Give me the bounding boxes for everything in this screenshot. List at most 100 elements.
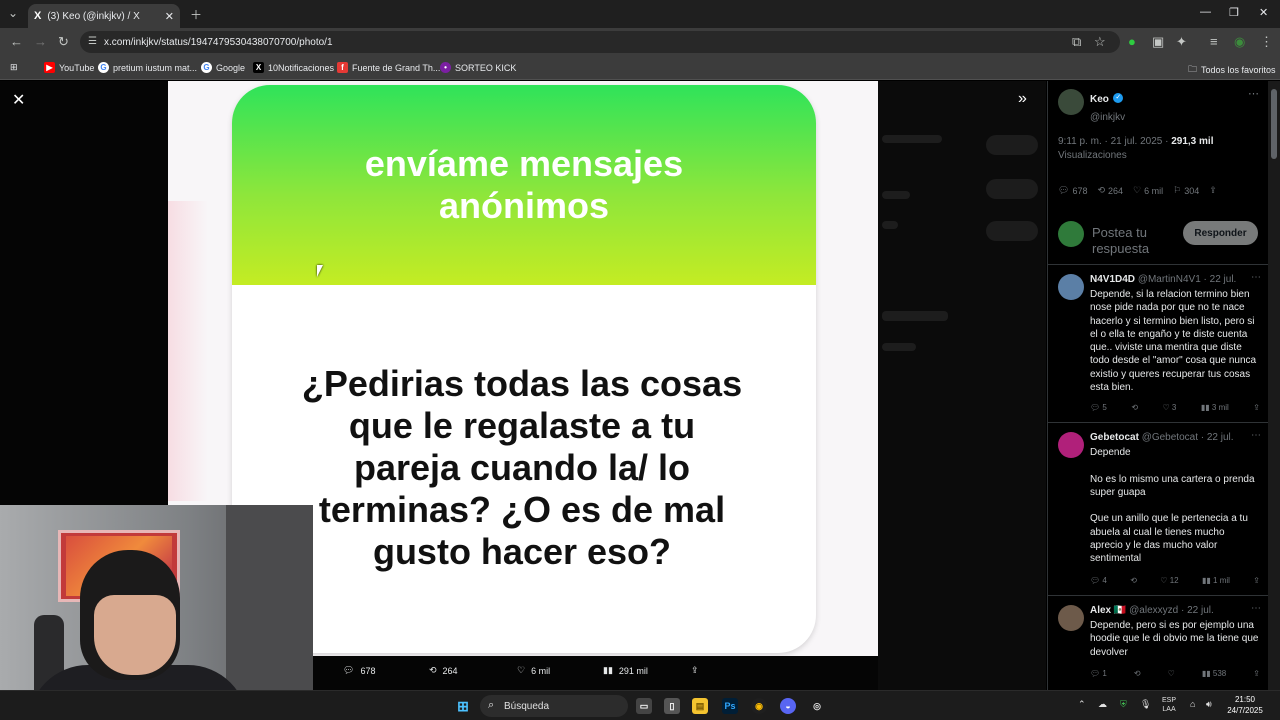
reply-item[interactable]: N4V1D4D @MartinN4V1 · 22 jul. ⋯ Depende,… bbox=[1048, 266, 1268, 423]
photo-views-button[interactable]: ▮▮ 291 mil bbox=[603, 665, 648, 676]
extensions-puzzle-icon[interactable]: ✦ bbox=[1176, 34, 1187, 50]
reply-author-name[interactable]: Gebetocat bbox=[1090, 432, 1139, 443]
youtube-icon: ▶ bbox=[44, 62, 55, 73]
reading-list-icon[interactable]: ≡ bbox=[1210, 34, 1218, 49]
windows-taskbar: ⊞ ⌕ Búsqueda ▭ ▯ ▤ Ps ◉ ◒ ◎ ⌃ ☁ ⛨ 🎙︎ ESP… bbox=[0, 690, 1280, 720]
reply-repost-button[interactable]: ⟲ bbox=[1130, 576, 1137, 585]
minimize-icon[interactable]: — bbox=[1200, 6, 1211, 18]
scrollbar-thumb[interactable] bbox=[1271, 89, 1277, 159]
photoshop-icon[interactable]: Ps bbox=[722, 698, 738, 714]
new-tab-icon[interactable]: ＋ bbox=[190, 6, 202, 23]
reply-input[interactable]: Postea tu respuesta bbox=[1092, 225, 1172, 257]
all-favorites-folder[interactable]: 🗀 Todos los favoritos bbox=[1188, 62, 1276, 78]
reply-author-name[interactable]: N4V1D4D bbox=[1090, 274, 1135, 285]
tray-chevron-icon[interactable]: ⌃ bbox=[1078, 699, 1086, 710]
reply-more-icon[interactable]: ⋯ bbox=[1251, 603, 1261, 614]
author-info[interactable]: Keo ✓ @inkjkv bbox=[1090, 89, 1125, 125]
taskbar-clock[interactable]: 21:50 24/7/2025 bbox=[1218, 694, 1272, 716]
tab-search-icon[interactable]: ⌄ bbox=[8, 6, 18, 20]
reply-repost-button[interactable]: ⟲ bbox=[1131, 403, 1138, 412]
reply-item[interactable]: Alex 🇲🇽 @alexxyzd · 22 jul. ⋯ Depende, p… bbox=[1048, 597, 1268, 690]
reply-reply-button[interactable]: 💬︎ 4 bbox=[1090, 576, 1107, 585]
bookmark-youtube[interactable]: ▶ YouTube bbox=[44, 62, 94, 73]
reply-avatar[interactable] bbox=[1058, 605, 1084, 631]
site-info-icon[interactable]: ☰ bbox=[88, 36, 97, 47]
panel-scrollbar[interactable] bbox=[1268, 81, 1280, 690]
close-viewer-icon[interactable]: ✕ bbox=[12, 90, 25, 110]
extension-icon[interactable]: ▣ bbox=[1152, 34, 1164, 50]
photo-share-button[interactable]: ⇪ bbox=[691, 665, 699, 676]
back-icon[interactable]: ← bbox=[10, 34, 23, 49]
restore-icon[interactable]: ❐ bbox=[1229, 6, 1239, 19]
reply-submit-button[interactable]: Responder bbox=[1183, 221, 1258, 245]
task-view-icon[interactable]: ▭ bbox=[636, 698, 652, 714]
author-avatar[interactable] bbox=[1058, 89, 1084, 115]
kick-icon: • bbox=[440, 62, 451, 73]
network-icon[interactable]: ⌂ bbox=[1190, 699, 1195, 709]
reply-avatar[interactable] bbox=[1058, 274, 1084, 300]
photo-reply-button[interactable]: 💬︎ 678 bbox=[343, 665, 375, 676]
reply-views-button[interactable]: ▮▮ 3 mil bbox=[1201, 403, 1229, 412]
reply-more-icon[interactable]: ⋯ bbox=[1251, 272, 1261, 283]
window-close-icon[interactable]: ✕ bbox=[1259, 6, 1268, 19]
bookmark-star-icon[interactable]: ☆ bbox=[1094, 34, 1106, 50]
microphone-icon[interactable]: 🎙︎ bbox=[1140, 699, 1151, 710]
expand-panel-icon[interactable]: » bbox=[1018, 90, 1027, 108]
share-icon[interactable]: ⇪ bbox=[1253, 669, 1260, 678]
reply-author-name[interactable]: Alex 🇲🇽 bbox=[1090, 605, 1126, 616]
bookmark-pretium[interactable]: G pretium iustum mat... bbox=[98, 62, 197, 73]
obs-icon[interactable]: ◎ bbox=[809, 698, 825, 714]
tweet-reply-button[interactable]: 💬︎ 678 bbox=[1058, 185, 1087, 196]
reply-author-handle: @Gebetocat · 22 jul. bbox=[1141, 432, 1234, 443]
onedrive-icon[interactable]: ☁ bbox=[1098, 699, 1107, 710]
menu-dots-icon[interactable]: ⋮ bbox=[1260, 34, 1273, 50]
reply-like-button[interactable]: ♡ 3 bbox=[1163, 403, 1177, 412]
taskbar-search[interactable]: ⌕ Búsqueda bbox=[480, 695, 628, 717]
app-icon[interactable]: ▯ bbox=[664, 698, 680, 714]
reply-item[interactable]: Gebetocat @Gebetocat · 22 jul. ⋯ Depende… bbox=[1048, 424, 1268, 596]
share-icon[interactable]: ⇪ bbox=[1253, 403, 1260, 412]
bookmark-10notificaciones[interactable]: X 10Notificaciones bbox=[253, 62, 334, 73]
more-options-icon[interactable]: ⋯ bbox=[1248, 87, 1259, 100]
tweet-time[interactable]: 9:11 p. m. · 21 jul. 2025 · bbox=[1058, 136, 1168, 147]
volume-icon[interactable]: 🔊︎ bbox=[1206, 699, 1212, 710]
reply-avatar[interactable] bbox=[1058, 432, 1084, 458]
install-app-icon[interactable]: ⧉ bbox=[1072, 34, 1081, 50]
tweet-share-button[interactable]: ⇪ bbox=[1209, 185, 1217, 196]
bookmark-fuente-gta[interactable]: f Fuente de Grand Th... bbox=[337, 62, 440, 73]
address-bar[interactable]: ☰ x.com/inkjkv/status/194747953043807070… bbox=[80, 31, 1120, 53]
apps-grid-icon[interactable]: ⊞ bbox=[10, 62, 18, 73]
chrome-icon[interactable]: ◉ bbox=[751, 698, 767, 714]
tab-close-icon[interactable]: ✕ bbox=[165, 10, 174, 23]
tab-active[interactable]: X (3) Keo (@inkjkv) / X ✕ bbox=[28, 4, 180, 28]
bookmark-sorteo-kick[interactable]: • SORTEO KICK bbox=[440, 62, 516, 73]
reply-reply-button[interactable]: 💬︎ 5 bbox=[1090, 403, 1107, 412]
photo-like-button[interactable]: ♡ 6 mil bbox=[517, 665, 550, 676]
extension-green-icon[interactable]: ● bbox=[1128, 34, 1136, 49]
like-icon: ♡ bbox=[1133, 185, 1142, 195]
reply-like-button[interactable]: ♡ 12 bbox=[1160, 576, 1178, 585]
windows-start-icon[interactable]: ⊞ bbox=[455, 698, 471, 714]
forward-icon[interactable]: → bbox=[34, 34, 47, 49]
bookmark-google[interactable]: G Google bbox=[201, 62, 245, 73]
tray-shield-icon[interactable]: ⛨ bbox=[1120, 699, 1127, 710]
reply-views-button[interactable]: ▮▮ 1 mil bbox=[1202, 576, 1230, 585]
tweet-like-button[interactable]: ♡ 6 mil bbox=[1133, 185, 1163, 196]
profile-avatar-icon[interactable]: ◉ bbox=[1234, 34, 1245, 50]
reply-text: Depende, si la relacion termino bien nos… bbox=[1090, 289, 1257, 394]
reply-text: Depende, pero si es por ejemplo una hood… bbox=[1090, 620, 1259, 658]
views-count: 3 mil bbox=[1211, 403, 1229, 412]
reply-repost-button[interactable]: ⟲ bbox=[1134, 669, 1141, 678]
photo-repost-button[interactable]: ⟲ 264 bbox=[429, 665, 458, 676]
reply-like-button[interactable]: ♡ bbox=[1168, 669, 1175, 678]
file-explorer-icon[interactable]: ▤ bbox=[692, 698, 708, 714]
reply-more-icon[interactable]: ⋯ bbox=[1251, 430, 1261, 441]
reload-icon[interactable]: ↻ bbox=[58, 34, 69, 50]
reply-reply-button[interactable]: 💬︎ 1 bbox=[1090, 669, 1107, 678]
discord-icon[interactable]: ◒ bbox=[780, 698, 796, 714]
tweet-repost-button[interactable]: ⟲ 264 bbox=[1097, 185, 1123, 196]
tweet-bookmark-button[interactable]: ⚐ 304 bbox=[1173, 185, 1199, 196]
reply-views-button[interactable]: ▮▮ 538 bbox=[1202, 669, 1226, 678]
share-icon[interactable]: ⇪ bbox=[1253, 576, 1260, 585]
language-indicator[interactable]: ESP LAA bbox=[1162, 696, 1176, 714]
